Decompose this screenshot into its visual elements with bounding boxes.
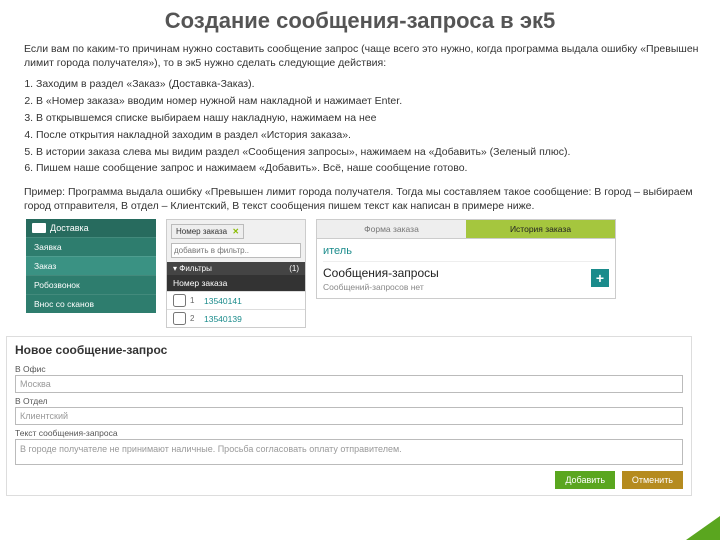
row-number: 1 (190, 296, 204, 305)
filters-count: (1) (289, 264, 299, 273)
menu-item-robozvonok[interactable]: Робозвонок (26, 275, 156, 294)
menu-item-zayavka[interactable]: Заявка (26, 237, 156, 256)
screenshots-row: Доставка Заявка Заказ Робозвонок Внос со… (0, 219, 720, 336)
filter-tag[interactable]: Номер заказа ✕ (171, 224, 244, 239)
breadcrumb-fragment: итель (323, 245, 609, 261)
steps-list: Заходим в раздел «Заказ» (Доставка-Заказ… (0, 74, 720, 181)
office-field[interactable]: Москва (15, 375, 683, 393)
panel-body: итель Сообщения-запросы Сообщений-запрос… (316, 239, 616, 299)
step-item: В истории заказа слева мы видим раздел «… (36, 144, 702, 161)
dept-field[interactable]: Клиентский (15, 407, 683, 425)
row-number: 2 (190, 314, 204, 323)
label-text: Текст сообщения-запроса (15, 428, 683, 438)
step-item: В открывшемся списке выбираем нашу накла… (36, 110, 702, 127)
table-row[interactable]: 1 13540141 (167, 291, 305, 309)
page-title: Создание сообщения-запроса в эк5 (0, 0, 720, 38)
delivery-header: Доставка (26, 219, 156, 237)
tab-order-form[interactable]: Форма заказа (317, 220, 466, 238)
tab-order-history[interactable]: История заказа (466, 220, 615, 238)
corner-decoration (686, 516, 720, 540)
row-checkbox[interactable] (173, 312, 186, 325)
truck-icon (32, 223, 46, 233)
tabs: Форма заказа История заказа (316, 219, 616, 239)
order-id[interactable]: 13540141 (204, 296, 242, 306)
filter-input[interactable] (171, 243, 301, 258)
table-row[interactable]: 2 13540139 (167, 309, 305, 327)
step-item: Заходим в раздел «Заказ» (Доставка-Заказ… (36, 76, 702, 93)
filter-tag-label: Номер заказа (176, 227, 227, 236)
chevron-down-icon: ▾ (173, 264, 177, 273)
label-office: В Офис (15, 364, 683, 374)
step-item: В «Номер заказа» вводим номер нужной нам… (36, 93, 702, 110)
add-button[interactable]: Добавить (555, 471, 615, 489)
column-header: Номер заказа (167, 275, 305, 291)
filters-bar[interactable]: ▾ Фильтры (1) (167, 262, 305, 275)
form-heading: Новое сообщение-запрос (15, 341, 683, 361)
add-message-button[interactable]: + (591, 269, 609, 287)
new-message-form: Новое сообщение-запрос В Офис Москва В О… (6, 336, 692, 496)
example-text: Пример: Программа выдала ошибку «Превыше… (0, 181, 720, 219)
order-id[interactable]: 13540139 (204, 314, 242, 324)
filters-label: Фильтры (179, 264, 212, 273)
close-icon[interactable]: ✕ (232, 227, 239, 236)
messages-subtext: Сообщений-запросов нет (323, 282, 609, 292)
row-checkbox[interactable] (173, 294, 186, 307)
order-filter-screenshot: Номер заказа ✕ ▾ Фильтры (1) Номер заказ… (166, 219, 306, 328)
messages-panel-screenshot: Форма заказа История заказа итель Сообще… (316, 219, 616, 299)
cancel-button[interactable]: Отменить (622, 471, 683, 489)
step-item: Пишем наше сообщение запрос и нажимаем «… (36, 160, 702, 177)
delivery-menu-screenshot: Доставка Заявка Заказ Робозвонок Внос со… (26, 219, 156, 313)
form-buttons: Добавить Отменить (15, 465, 683, 489)
intro-text: Если вам по каким-то причинам нужно сост… (0, 38, 720, 74)
step-item: После открытия накладной заходим в разде… (36, 127, 702, 144)
label-dept: В Отдел (15, 396, 683, 406)
menu-item-zakaz[interactable]: Заказ (26, 256, 156, 275)
messages-heading: Сообщения-запросы (323, 261, 609, 282)
message-text-field[interactable]: В городе получателе не принимают наличны… (15, 439, 683, 465)
menu-item-vnos[interactable]: Внос со сканов (26, 294, 156, 313)
delivery-header-label: Доставка (50, 223, 89, 233)
